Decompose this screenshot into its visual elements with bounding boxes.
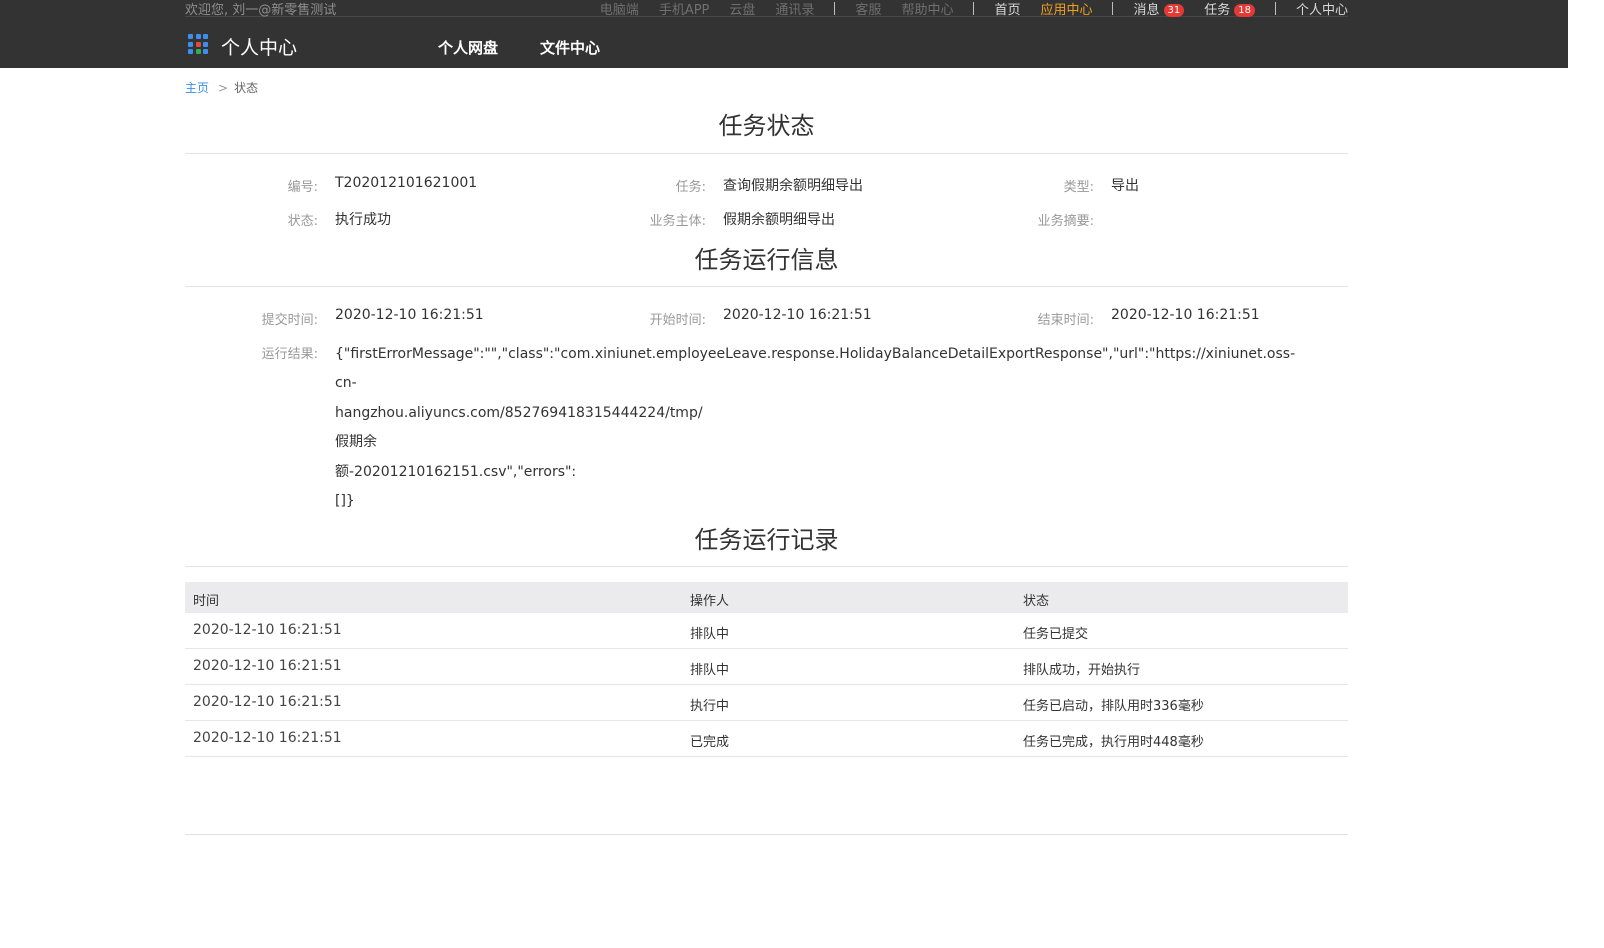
table-row: 2020-12-10 16:21:51 已完成 任务已完成，执行用时448毫秒 <box>185 721 1348 757</box>
welcome-text: 欢迎您, 刘一@新零售测试 <box>185 3 337 18</box>
divider <box>1112 2 1114 15</box>
column-header-time: 时间 <box>193 594 220 609</box>
table-header: 时间 操作人 状态 <box>185 582 1348 613</box>
run-log-title: 任务运行记录 <box>694 526 839 554</box>
row-operator: 执行中 <box>690 699 730 714</box>
link-desktop[interactable]: 电脑端 <box>600 0 639 18</box>
start-time-label: 开始时间: <box>649 313 706 328</box>
end-time-value: 2020-12-10 16:21:51 <box>1111 307 1260 323</box>
top-links: 电脑端 手机APP 云盘 通讯录 客服 帮助中心 首页 应用中心 消息 31 任务… <box>600 0 1348 18</box>
business-summary-label: 业务摘要: <box>1037 214 1094 229</box>
row-time: 2020-12-10 16:21:51 <box>193 730 342 746</box>
run-result-line: hangzhou.aliyuncs.com/852769418315444224… <box>335 404 703 421</box>
row-status: 任务已完成，执行用时448毫秒 <box>1023 735 1204 750</box>
end-time-label: 结束时间: <box>1037 313 1094 328</box>
section-divider <box>185 153 1348 154</box>
link-help[interactable]: 帮助中心 <box>901 0 953 18</box>
task-status-title: 任务状态 <box>718 112 815 140</box>
section-divider <box>185 286 1348 287</box>
row-operator: 排队中 <box>690 627 730 642</box>
link-personal-center[interactable]: 个人中心 <box>1296 0 1348 18</box>
breadcrumb-separator: > <box>218 81 229 95</box>
task-id-value: T202012101621001 <box>335 175 478 191</box>
column-header-status: 状态 <box>1023 594 1050 609</box>
header: 欢迎您, 刘一@新零售测试 电脑端 手机APP 云盘 通讯录 客服 帮助中心 首… <box>0 0 1568 68</box>
link-messages[interactable]: 消息 31 <box>1133 0 1185 18</box>
divider <box>1274 2 1276 15</box>
breadcrumb-current: 状态 <box>234 81 259 95</box>
run-result-line: {"firstErrorMessage":"","class":"com.xin… <box>335 346 1296 362</box>
divider <box>834 2 836 15</box>
nav-item-file-center[interactable]: 文件中心 <box>540 37 600 58</box>
run-result-line: 额-20201210162151.csv","errors": <box>335 463 577 480</box>
run-result-label: 运行结果: <box>261 347 318 362</box>
app-grid-icon[interactable] <box>188 34 208 54</box>
row-status: 排队成功，开始执行 <box>1023 663 1141 678</box>
task-state-value: 执行成功 <box>335 212 391 228</box>
link-service[interactable]: 客服 <box>855 0 881 18</box>
table-row: 2020-12-10 16:21:51 排队中 任务已提交 <box>185 613 1348 649</box>
link-cloud-disk[interactable]: 云盘 <box>729 0 755 18</box>
row-status: 任务已启动，排队用时336毫秒 <box>1023 699 1204 714</box>
task-type-label: 类型: <box>1063 180 1094 195</box>
run-info-title: 任务运行信息 <box>694 246 839 274</box>
submit-time-label: 提交时间: <box>261 313 318 328</box>
link-contacts[interactable]: 通讯录 <box>775 0 814 18</box>
messages-label: 消息 <box>1133 3 1160 18</box>
nav-item-personal-disk[interactable]: 个人网盘 <box>438 37 498 58</box>
row-time: 2020-12-10 16:21:51 <box>193 694 342 710</box>
breadcrumb: 主页 > 状态 <box>185 79 258 96</box>
submit-time-value: 2020-12-10 16:21:51 <box>335 307 484 323</box>
link-mobile-app[interactable]: 手机APP <box>659 0 710 18</box>
tasks-count-badge: 18 <box>1234 4 1255 17</box>
section-divider <box>185 566 1348 567</box>
row-operator: 已完成 <box>690 735 730 750</box>
row-operator: 排队中 <box>690 663 730 678</box>
row-status: 任务已提交 <box>1023 627 1089 642</box>
link-app-center[interactable]: 应用中心 <box>1040 0 1092 18</box>
brand-title[interactable]: 个人中心 <box>221 33 297 60</box>
business-subject-label: 业务主体: <box>649 214 706 229</box>
breadcrumb-home[interactable]: 主页 <box>185 81 209 95</box>
table-row: 2020-12-10 16:21:51 执行中 任务已启动，排队用时336毫秒 <box>185 685 1348 721</box>
task-name-value: 查询假期余额明细导出 <box>723 178 863 194</box>
business-subject-value: 假期余额明细导出 <box>723 212 835 228</box>
row-time: 2020-12-10 16:21:51 <box>193 658 342 674</box>
run-result-value: {"firstErrorMessage":"","class":"com.xin… <box>335 340 1296 516</box>
task-type-value: 导出 <box>1111 178 1139 194</box>
table-row: 2020-12-10 16:21:51 排队中 排队成功，开始执行 <box>185 649 1348 685</box>
nav-bar: 个人中心 个人网盘 文件中心 <box>185 18 1348 68</box>
start-time-value: 2020-12-10 16:21:51 <box>723 307 872 323</box>
scrollbar-track[interactable] <box>1568 68 1604 948</box>
messages-count-badge: 31 <box>1163 4 1185 17</box>
top-bar: 欢迎您, 刘一@新零售测试 电脑端 手机APP 云盘 通讯录 客服 帮助中心 首… <box>185 0 1348 18</box>
divider <box>973 2 975 15</box>
link-tasks[interactable]: 任务 18 <box>1204 0 1255 18</box>
run-log-table: 时间 操作人 状态 2020-12-10 16:21:51 排队中 任务已提交 … <box>185 582 1348 757</box>
task-id-label: 编号: <box>287 180 318 195</box>
column-header-operator: 操作人 <box>690 594 730 609</box>
run-result-line: 假期余 <box>335 434 377 451</box>
link-home[interactable]: 首页 <box>994 0 1020 18</box>
run-result-line: []} <box>335 493 355 510</box>
footer-divider <box>185 834 1348 835</box>
run-result-line: cn- <box>335 375 357 392</box>
tasks-label: 任务 <box>1204 3 1231 18</box>
task-name-label: 任务: <box>675 180 706 195</box>
task-state-label: 状态: <box>287 214 318 229</box>
row-time: 2020-12-10 16:21:51 <box>193 622 342 638</box>
